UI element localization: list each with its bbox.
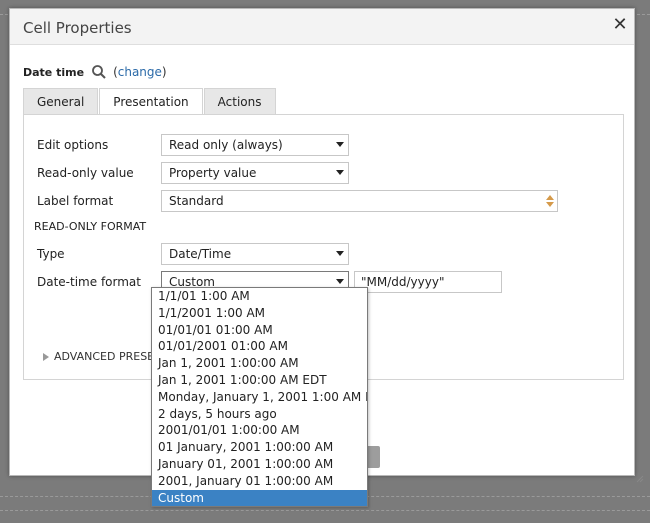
- read-only-format-heading: READ-ONLY FORMAT: [34, 220, 147, 233]
- dropdown-option[interactable]: Jan 1, 2001 1:00:00 AM EDT: [152, 372, 367, 389]
- tab-actions[interactable]: Actions: [203, 88, 276, 115]
- chevron-down-icon: [336, 142, 344, 147]
- edit-options-select[interactable]: Read only (always): [161, 134, 349, 156]
- triangle-right-icon: [43, 353, 49, 361]
- tab-presentation[interactable]: Presentation: [99, 88, 203, 115]
- edit-options-label: Edit options: [37, 138, 109, 152]
- label-format-label: Label format: [37, 194, 114, 208]
- type-value: Date/Time: [169, 247, 232, 261]
- dropdown-option[interactable]: 2001, January 01 1:00:00 AM: [152, 473, 367, 490]
- dropdown-option[interactable]: 2 days, 5 hours ago: [152, 406, 367, 423]
- advanced-options-label: ADVANCED PRESENTATION OPTIONS: [54, 350, 158, 363]
- dropdown-option-selected[interactable]: Custom: [152, 489, 367, 507]
- tab-strip: General Presentation Actions: [23, 88, 277, 115]
- dialog-title: Cell Properties: [23, 19, 132, 37]
- dropdown-option[interactable]: Jan 1, 2001 1:00:00 AM: [152, 355, 367, 372]
- read-only-value-select[interactable]: Property value: [161, 162, 349, 184]
- datetime-format-label: Date-time format: [37, 275, 141, 289]
- change-paren-close: ): [161, 65, 167, 79]
- datetime-format-dropdown: 1/1/01 1:00 AM 1/1/2001 1:00 AM 01/01/01…: [151, 287, 368, 507]
- read-only-value-label: Read-only value: [37, 166, 134, 180]
- dropdown-option[interactable]: 2001/01/01 1:00:00 AM: [152, 422, 367, 439]
- dialog-titlebar: Cell Properties ✕: [10, 9, 634, 45]
- field-header: Date time (change): [23, 64, 167, 80]
- resize-grip-icon[interactable]: [636, 475, 644, 483]
- chevron-down-icon: [336, 170, 344, 175]
- spinner-arrows-icon: [546, 195, 554, 207]
- change-wrap: (change): [113, 65, 167, 79]
- chevron-down-icon: [336, 279, 344, 284]
- dropdown-option[interactable]: January 01, 2001 1:00:00 AM: [152, 456, 367, 473]
- dropdown-option[interactable]: 01/01/2001 01:00 AM: [152, 338, 367, 355]
- type-select[interactable]: Date/Time: [161, 243, 349, 265]
- close-icon[interactable]: ✕: [609, 14, 631, 36]
- dropdown-option[interactable]: Monday, January 1, 2001 1:00 AM EDT: [152, 389, 367, 406]
- dropdown-option[interactable]: 01 January, 2001 1:00:00 AM: [152, 439, 367, 456]
- label-format-select[interactable]: Standard: [161, 190, 558, 212]
- read-only-value-value: Property value: [169, 166, 257, 180]
- custom-format-input[interactable]: "MM/dd/yyyy": [354, 271, 502, 293]
- dropdown-option[interactable]: 1/1/01 1:00 AM: [152, 288, 367, 305]
- label-format-value: Standard: [169, 194, 224, 208]
- chevron-down-icon: [336, 251, 344, 256]
- advanced-options-toggle[interactable]: ADVANCED PRESENTATION OPTIONS: [43, 350, 158, 363]
- edit-options-value: Read only (always): [169, 138, 283, 152]
- type-label: Type: [37, 247, 65, 261]
- backdrop-line: [0, 510, 650, 511]
- field-name: Date time: [23, 65, 85, 79]
- dropdown-option[interactable]: 1/1/2001 1:00 AM: [152, 305, 367, 322]
- dropdown-option[interactable]: 01/01/01 01:00 AM: [152, 322, 367, 339]
- tab-general[interactable]: General: [23, 88, 99, 115]
- search-icon[interactable]: [91, 64, 107, 80]
- change-link[interactable]: change: [118, 65, 162, 79]
